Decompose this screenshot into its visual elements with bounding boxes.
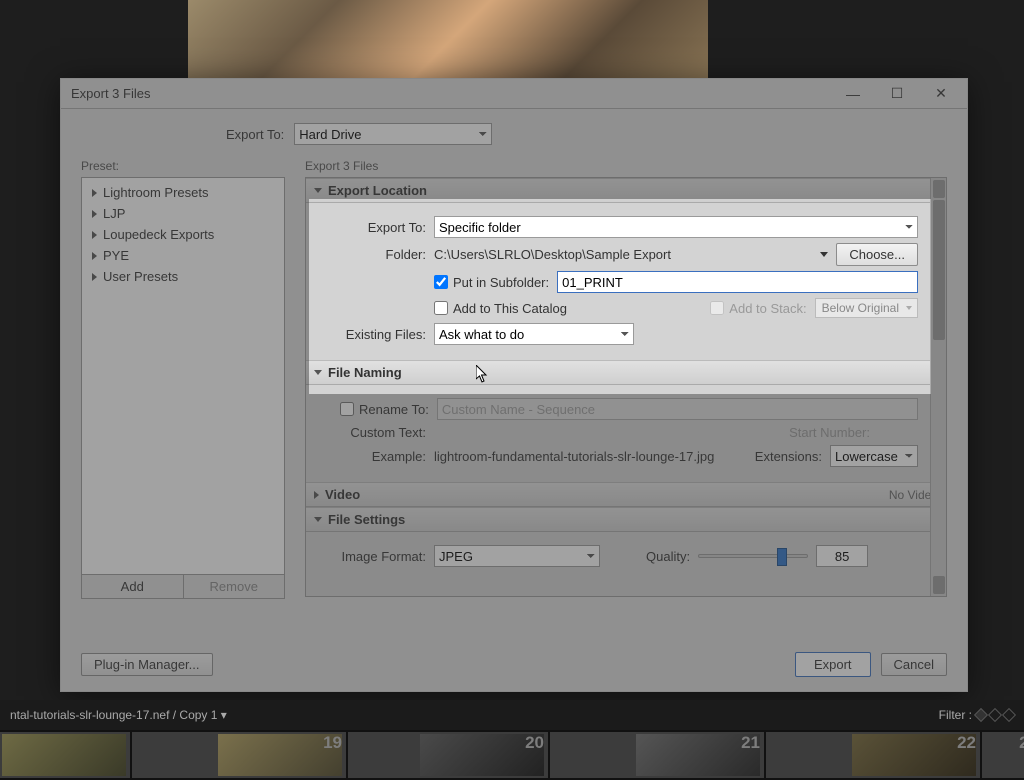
preset-item[interactable]: PYE (82, 245, 284, 266)
example-filename: lightroom-fundamental-tutorials-slr-loun… (434, 449, 714, 464)
add-preset-button[interactable]: Add (82, 575, 184, 598)
existing-files-select[interactable]: Ask what to do (434, 323, 634, 345)
extensions-label: Extensions: (755, 449, 822, 464)
existing-files-label: Existing Files: (306, 327, 426, 342)
window-title: Export 3 Files (71, 86, 150, 101)
add-to-stack-checkbox: Add to Stack: (710, 301, 806, 316)
image-format-label: Image Format: (306, 549, 426, 564)
remove-preset-button[interactable]: Remove (184, 575, 285, 598)
scrollbar[interactable] (930, 178, 946, 596)
filter-diamond-icon[interactable] (1002, 708, 1016, 722)
filmstrip[interactable]: 19 20 21 22 23 (0, 730, 1024, 780)
cancel-button[interactable]: Cancel (881, 653, 947, 676)
filmstrip-thumb[interactable]: 23 (982, 732, 1024, 778)
extensions-select[interactable]: Lowercase (830, 445, 918, 467)
section-file-naming[interactable]: File Naming (306, 360, 946, 385)
add-to-catalog-checkbox[interactable]: Add to This Catalog (434, 301, 567, 316)
quality-label: Quality: (646, 549, 690, 564)
filter-label: Filter : (939, 708, 972, 722)
put-in-subfolder-checkbox[interactable]: Put in Subfolder: (434, 275, 549, 290)
export-button[interactable]: Export (795, 652, 871, 677)
quality-input[interactable] (816, 545, 868, 567)
expand-icon (92, 273, 97, 281)
export-dialog: Export 3 Files — ☐ ✕ Export To: Hard Dri… (60, 78, 968, 692)
current-file[interactable]: ntal-tutorials-slr-lounge-17.nef / Copy … (10, 708, 227, 722)
rename-template-select: Custom Name - Sequence (437, 398, 918, 420)
preset-item[interactable]: User Presets (82, 266, 284, 287)
location-export-to-select[interactable]: Specific folder (434, 216, 918, 238)
minimize-button[interactable]: — (831, 80, 875, 108)
stack-position-select: Below Original (815, 298, 918, 318)
section-export-location[interactable]: Export Location (306, 178, 946, 203)
close-button[interactable]: ✕ (919, 80, 963, 108)
example-label: Example: (306, 449, 426, 464)
export-to-select[interactable]: Hard Drive (294, 123, 492, 145)
rename-to-checkbox[interactable]: Rename To: (340, 402, 429, 417)
export-to-label: Export To: (226, 127, 284, 142)
section-video[interactable]: Video No Video (306, 482, 946, 507)
filmstrip-thumb[interactable]: 20 (348, 732, 548, 778)
titlebar: Export 3 Files — ☐ ✕ (61, 79, 967, 109)
filmstrip-thumb[interactable] (0, 732, 130, 778)
maximize-button[interactable]: ☐ (875, 80, 919, 108)
filmstrip-thumb[interactable]: 19 (132, 732, 346, 778)
preset-list[interactable]: Lightroom Presets LJP Loupedeck Exports … (81, 177, 285, 575)
preset-item[interactable]: Loupedeck Exports (82, 224, 284, 245)
section-file-settings[interactable]: File Settings (306, 507, 946, 532)
settings-panel: Export Location Export To: Specific fold… (305, 177, 947, 597)
location-export-to-label: Export To: (306, 220, 426, 235)
collapse-icon (314, 517, 322, 522)
expand-icon (92, 210, 97, 218)
collapse-icon (314, 370, 322, 375)
subfolder-input[interactable] (557, 271, 918, 293)
filter-diamond-icon[interactable] (974, 708, 988, 722)
preset-item[interactable]: Lightroom Presets (82, 182, 284, 203)
filmstrip-thumb[interactable]: 22 (766, 732, 980, 778)
expand-icon (92, 252, 97, 260)
collapse-icon (314, 188, 322, 193)
folder-path: C:\Users\SLRLO\Desktop\Sample Export (434, 247, 671, 262)
filmstrip-thumb[interactable]: 21 (550, 732, 764, 778)
preset-label: Preset: (81, 159, 285, 173)
start-number-label: Start Number: (789, 425, 870, 440)
plugin-manager-button[interactable]: Plug-in Manager... (81, 653, 213, 676)
expand-icon (314, 491, 319, 499)
image-format-select[interactable]: JPEG (434, 545, 600, 567)
quality-slider[interactable] (698, 554, 808, 558)
custom-text-label: Custom Text: (306, 425, 426, 440)
folder-label: Folder: (306, 247, 426, 262)
folder-dropdown-icon[interactable] (820, 252, 828, 257)
status-bar: ntal-tutorials-slr-lounge-17.nef / Copy … (0, 700, 1024, 730)
expand-icon (92, 231, 97, 239)
preset-item[interactable]: LJP (82, 203, 284, 224)
filter-diamond-icon[interactable] (988, 708, 1002, 722)
choose-folder-button[interactable]: Choose... (836, 243, 918, 266)
right-col-label: Export 3 Files (305, 159, 947, 173)
expand-icon (92, 189, 97, 197)
